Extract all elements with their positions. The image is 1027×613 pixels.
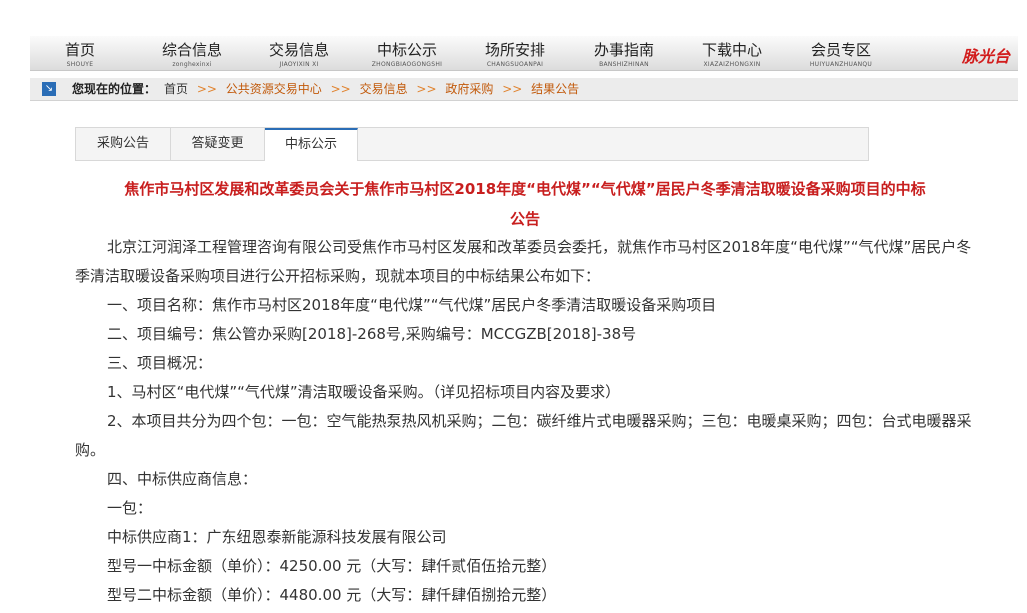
breadcrumb-home[interactable]: 首页 [164, 82, 188, 96]
winning-supplier-1: 中标供应商1：广东纽恩泰新能源科技发展有限公司 [107, 528, 447, 546]
model-one-price: 型号一中标金额（单价）：4250.00 元（大写：肆仟贰佰伍拾元整） [107, 557, 557, 575]
nav-label: 综合信息 [161, 41, 222, 59]
breadcrumb-trade-info[interactable]: 交易信息 [360, 82, 408, 96]
package-one-heading: 一包： [107, 499, 153, 517]
overview-item-2: 2、本项目共分为四个包：一包：空气能热泵热风机采购；二包：碳纤维片式电暖器采购；… [75, 412, 972, 459]
project-overview-heading: 三、项目概况： [107, 354, 213, 372]
nav-pinyin: BANSHIZHINAN [599, 61, 649, 68]
site-logo[interactable]: 脉光台 [962, 43, 1010, 67]
nav-label: 中标公示 [376, 41, 437, 59]
supplier-heading: 四、中标供应商信息： [107, 470, 258, 488]
tab-procurement-notice[interactable]: 采购公告 [76, 128, 171, 160]
breadcrumb-public-resource-center[interactable]: 公共资源交易中心 [226, 82, 322, 96]
breadcrumb-separator: >> [330, 82, 351, 96]
tab-clarification[interactable]: 答疑变更 [171, 128, 265, 160]
nav-pinyin: SHOUYE [66, 61, 94, 68]
breadcrumb: ↘ 您现在的位置： 首页 >> 公共资源交易中心 >> 交易信息 >> 政府采购… [30, 78, 1018, 101]
nav-label: 下载中心 [701, 41, 762, 59]
nav-label: 首页 [64, 41, 95, 59]
title-line-2: 公告 [509, 210, 540, 228]
tab-award-notice[interactable]: 中标公示 [265, 128, 358, 161]
project-number: 二、项目编号：焦公管办采购[2018]-268号,采购编号：MCCGZB[201… [107, 325, 637, 343]
project-name: 一、项目名称：焦作市马村区2018年度“电代煤”“气代煤”居民户冬季清洁取暖设备… [107, 296, 717, 314]
model-two-price: 型号二中标金额（单价）：4480.00 元（大写：肆仟肆佰捌拾元整） [107, 586, 557, 604]
nav-pinyin: JIAOYIXIN XI [279, 61, 319, 68]
nav-pinyin: XIAZAIZHONGXIN [703, 61, 761, 68]
nav-pinyin: HUIYUANZHUANQU [809, 61, 873, 68]
title-line-1: 焦作市马村区发展和改革委员会关于焦作市马村区2018年度“电代煤”“气代煤”居民… [124, 180, 926, 198]
overview-item-1: 1、马村区“电代煤”“气代煤”清洁取暖设备采购。（详见招标项目内容及要求） [107, 383, 621, 401]
nav-item-award-notice[interactable]: 中标公示 ZHONGBIAOGONGSHI [363, 36, 451, 69]
breadcrumb-separator: >> [502, 82, 523, 96]
article-title: 焦作市马村区发展和改革委员会关于焦作市马村区2018年度“电代煤”“气代煤”居民… [75, 174, 975, 234]
breadcrumb-separator: >> [416, 82, 437, 96]
nav-item-downloads[interactable]: 下载中心 XIAZAIZHONGXIN [688, 36, 776, 69]
top-nav: 首页 SHOUYE 综合信息 zonghexinxi 交易信息 JIAOYIXI… [30, 36, 1018, 71]
location-arrow-icon: ↘ [42, 82, 56, 96]
nav-item-guide[interactable]: 办事指南 BANSHIZHINAN [580, 36, 668, 69]
nav-label: 会员专区 [810, 41, 871, 59]
nav-item-home[interactable]: 首页 SHOUYE [40, 36, 120, 69]
nav-label: 交易信息 [268, 41, 329, 59]
nav-item-general-info[interactable]: 综合信息 zonghexinxi [148, 36, 236, 69]
intro-paragraph: 北京江河润泽工程管理咨询有限公司受焦作市马村区发展和改革委员会委托，就焦作市马村… [75, 238, 972, 285]
breadcrumb-label: 您现在的位置： [72, 82, 157, 96]
nav-pinyin: CHANGSUOANPAI [486, 61, 544, 68]
breadcrumb-government-procurement[interactable]: 政府采购 [445, 82, 493, 96]
nav-item-trade-info[interactable]: 交易信息 JIAOYIXIN XI [255, 36, 343, 69]
nav-item-members[interactable]: 会员专区 HUIYUANZHUANQU [797, 36, 885, 69]
breadcrumb-result-notice[interactable]: 结果公告 [531, 82, 579, 96]
breadcrumb-links: 首页 >> 公共资源交易中心 >> 交易信息 >> 政府采购 >> 结果公告 [164, 78, 579, 100]
notice-tabs: 采购公告 答疑变更 中标公示 [75, 127, 869, 161]
nav-label: 场所安排 [484, 41, 545, 59]
nav-label: 办事指南 [593, 41, 654, 59]
nav-item-venue[interactable]: 场所安排 CHANGSUOANPAI [471, 36, 559, 69]
nav-pinyin: zonghexinxi [172, 61, 212, 68]
nav-pinyin: ZHONGBIAOGONGSHI [371, 61, 443, 68]
breadcrumb-separator: >> [196, 82, 217, 96]
